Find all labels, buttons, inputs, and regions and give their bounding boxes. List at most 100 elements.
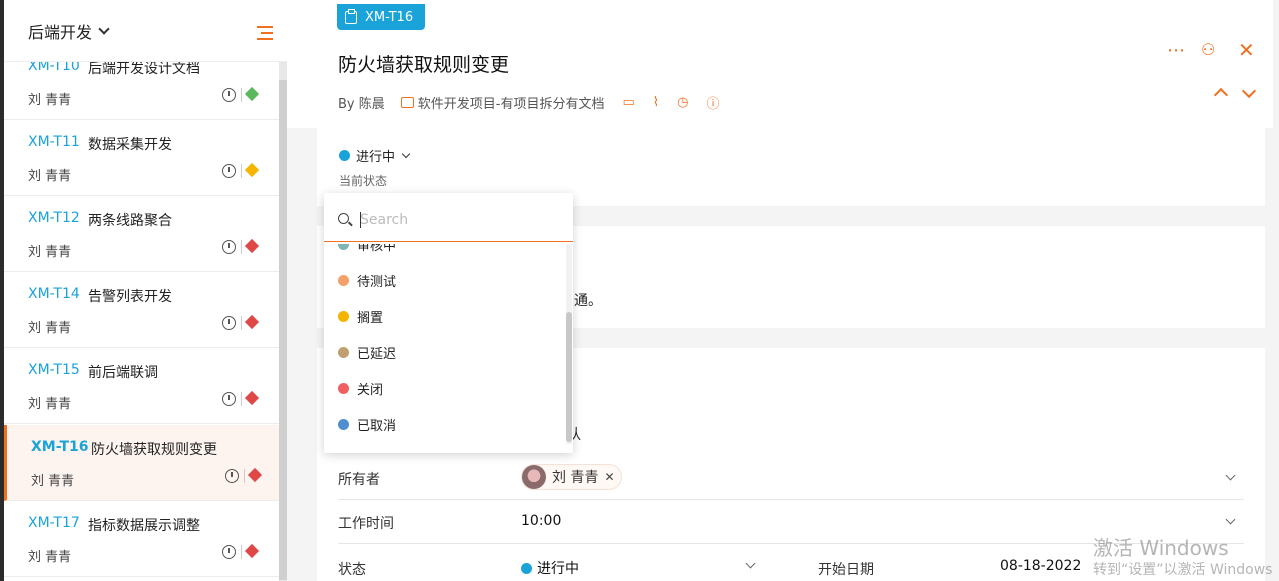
- activation-watermark: 激活 Windows: [1093, 536, 1229, 560]
- status-selector[interactable]: 进行中: [339, 146, 411, 165]
- status-option[interactable]: 搁置: [338, 307, 383, 326]
- status-option[interactable]: 已延迟: [338, 343, 396, 362]
- separator: [241, 240, 242, 254]
- timer-icon[interactable]: [225, 469, 239, 483]
- task-name: 前后端联调: [88, 365, 158, 381]
- project-link[interactable]: 软件开发项目-有项目拆分有文档: [418, 93, 605, 112]
- status-option[interactable]: 审核中: [338, 244, 396, 254]
- page-title[interactable]: 防火墙获取规则变更: [338, 50, 509, 77]
- status-dot: [338, 347, 349, 358]
- owner-label: 所有者: [338, 472, 380, 488]
- task-name: 数据采集开发: [88, 137, 172, 153]
- task-name: 后端开发设计文档: [88, 62, 200, 77]
- timer-icon[interactable]: [222, 164, 236, 178]
- task-owner: 刘 青青: [28, 169, 72, 184]
- priority-icon: [244, 543, 260, 559]
- task-owner: 刘 青青: [28, 93, 72, 108]
- task-owner: 刘 青青: [31, 474, 75, 489]
- status-value: 进行中: [356, 150, 396, 165]
- status-dot: [338, 383, 349, 394]
- separator: [241, 392, 242, 406]
- separator: [241, 88, 242, 102]
- task-list: XM-T10 后端开发设计文档 刘 青青 XM-T11 数据采集开发 刘 青青 …: [4, 62, 279, 581]
- task-owner: 刘 青青: [28, 321, 72, 336]
- task-code: XM-T12: [28, 210, 80, 226]
- list-item[interactable]: XM-T10 后端开发设计文档 刘 青青: [4, 62, 279, 120]
- sidebar-title[interactable]: 后端开发: [28, 19, 92, 43]
- previous-task-icon[interactable]: [1213, 87, 1229, 103]
- status-label: 状态: [338, 562, 366, 578]
- task-code: XM-T10: [28, 62, 80, 74]
- search-bar: [324, 193, 573, 242]
- task-name: 两条线路聚合: [88, 213, 172, 229]
- list-item[interactable]: XM-T17 指标数据展示调整 刘 青青: [4, 501, 279, 577]
- scrollbar-thumb[interactable]: [279, 80, 287, 580]
- search-icon: [338, 213, 349, 224]
- list-item[interactable]: XM-T15 前后端联调 刘 青青: [4, 348, 279, 424]
- remove-owner-icon[interactable]: ✕: [604, 470, 614, 484]
- chevron-down-icon[interactable]: [1225, 470, 1236, 481]
- clipboard-icon: [345, 8, 357, 24]
- option-label: 已延迟: [357, 347, 397, 362]
- close-icon[interactable]: ✕: [1238, 38, 1255, 62]
- sidebar-scrollbar[interactable]: [279, 62, 287, 581]
- worktime-value[interactable]: 10:00: [521, 513, 561, 529]
- timer-icon[interactable]: [222, 240, 236, 254]
- priority-icon: [244, 86, 260, 102]
- task-code: XM-T17: [28, 515, 80, 531]
- status-field-value: 进行中: [537, 561, 579, 577]
- status-dot: [339, 150, 350, 161]
- sidebar-header[interactable]: 后端开发: [4, 0, 287, 62]
- task-name: 防火墙获取规则变更: [91, 442, 217, 458]
- menu-icon[interactable]: [257, 26, 273, 44]
- priority-icon: [244, 162, 260, 178]
- status-option[interactable]: 关闭: [338, 379, 383, 398]
- timer-icon[interactable]: [222, 392, 236, 406]
- assign-user-icon[interactable]: ⚇: [1201, 40, 1215, 59]
- list-item[interactable]: XM-T12 两条线路聚合 刘 青青: [4, 196, 279, 272]
- status-options: 审核中 待测试 搁置 已延迟 关闭 已取消: [324, 244, 564, 444]
- status-field[interactable]: 进行中: [521, 558, 579, 578]
- search-input[interactable]: [360, 207, 560, 233]
- worktime-label: 工作时间: [338, 516, 394, 532]
- task-sidebar: 后端开发 XM-T10 后端开发设计文档 刘 青青 XM-T11 数据采集开发 …: [4, 0, 287, 581]
- owner-row[interactable]: 所有者 刘 青青 ✕: [338, 456, 1244, 500]
- chevron-down-icon[interactable]: [401, 149, 411, 159]
- task-code: XM-T14: [28, 286, 80, 302]
- info-icon[interactable]: ⓘ: [706, 93, 719, 112]
- list-item-selected[interactable]: XM-T16 防火墙获取规则变更 刘 青青: [4, 425, 279, 501]
- chevron-down-icon[interactable]: [98, 22, 110, 35]
- timer-icon[interactable]: [222, 545, 236, 559]
- chevron-down-icon[interactable]: [745, 558, 756, 569]
- more-icon[interactable]: ⋯: [1167, 40, 1185, 61]
- list-item[interactable]: XM-T14 告警列表开发 刘 青青: [4, 272, 279, 348]
- task-header: XM-T16 防火墙获取规则变更 By 陈晨 软件开发项目-有项目拆分有文档 ▭…: [287, 0, 1273, 128]
- dropdown-scrollbar[interactable]: [566, 244, 572, 444]
- status-dot: [338, 311, 349, 322]
- start-date-value[interactable]: 08-18-2022: [1000, 558, 1081, 574]
- task-owner: 刘 青青: [28, 397, 72, 412]
- status-option[interactable]: 已取消: [338, 415, 396, 434]
- status-option[interactable]: 待测试: [338, 271, 396, 290]
- task-name: 指标数据展示调整: [88, 518, 200, 534]
- chevron-down-icon[interactable]: [1225, 514, 1236, 525]
- status-dropdown: 审核中 待测试 搁置 已延迟 关闭 已取消: [324, 193, 573, 453]
- separator: [241, 316, 242, 330]
- scrollbar-thumb[interactable]: [566, 312, 572, 442]
- task-code: XM-T15: [28, 362, 80, 378]
- task-code: XM-T11: [28, 134, 80, 150]
- separator: [244, 469, 245, 483]
- attachment-icon[interactable]: ⌇: [653, 95, 659, 110]
- timer-icon[interactable]: [222, 88, 236, 102]
- comment-icon[interactable]: ▭: [622, 95, 634, 110]
- owner-chip[interactable]: 刘 青青 ✕: [521, 464, 622, 490]
- timer-icon[interactable]: [222, 316, 236, 330]
- list-item[interactable]: XM-T11 数据采集开发 刘 青青: [4, 120, 279, 196]
- task-code-badge: XM-T16: [337, 4, 426, 30]
- avatar: [522, 465, 546, 489]
- text-cursor: [360, 212, 361, 228]
- option-label: 关闭: [357, 383, 384, 398]
- timer-icon[interactable]: ◷: [677, 95, 688, 110]
- option-label: 待测试: [357, 275, 397, 290]
- next-task-icon[interactable]: [1241, 83, 1257, 99]
